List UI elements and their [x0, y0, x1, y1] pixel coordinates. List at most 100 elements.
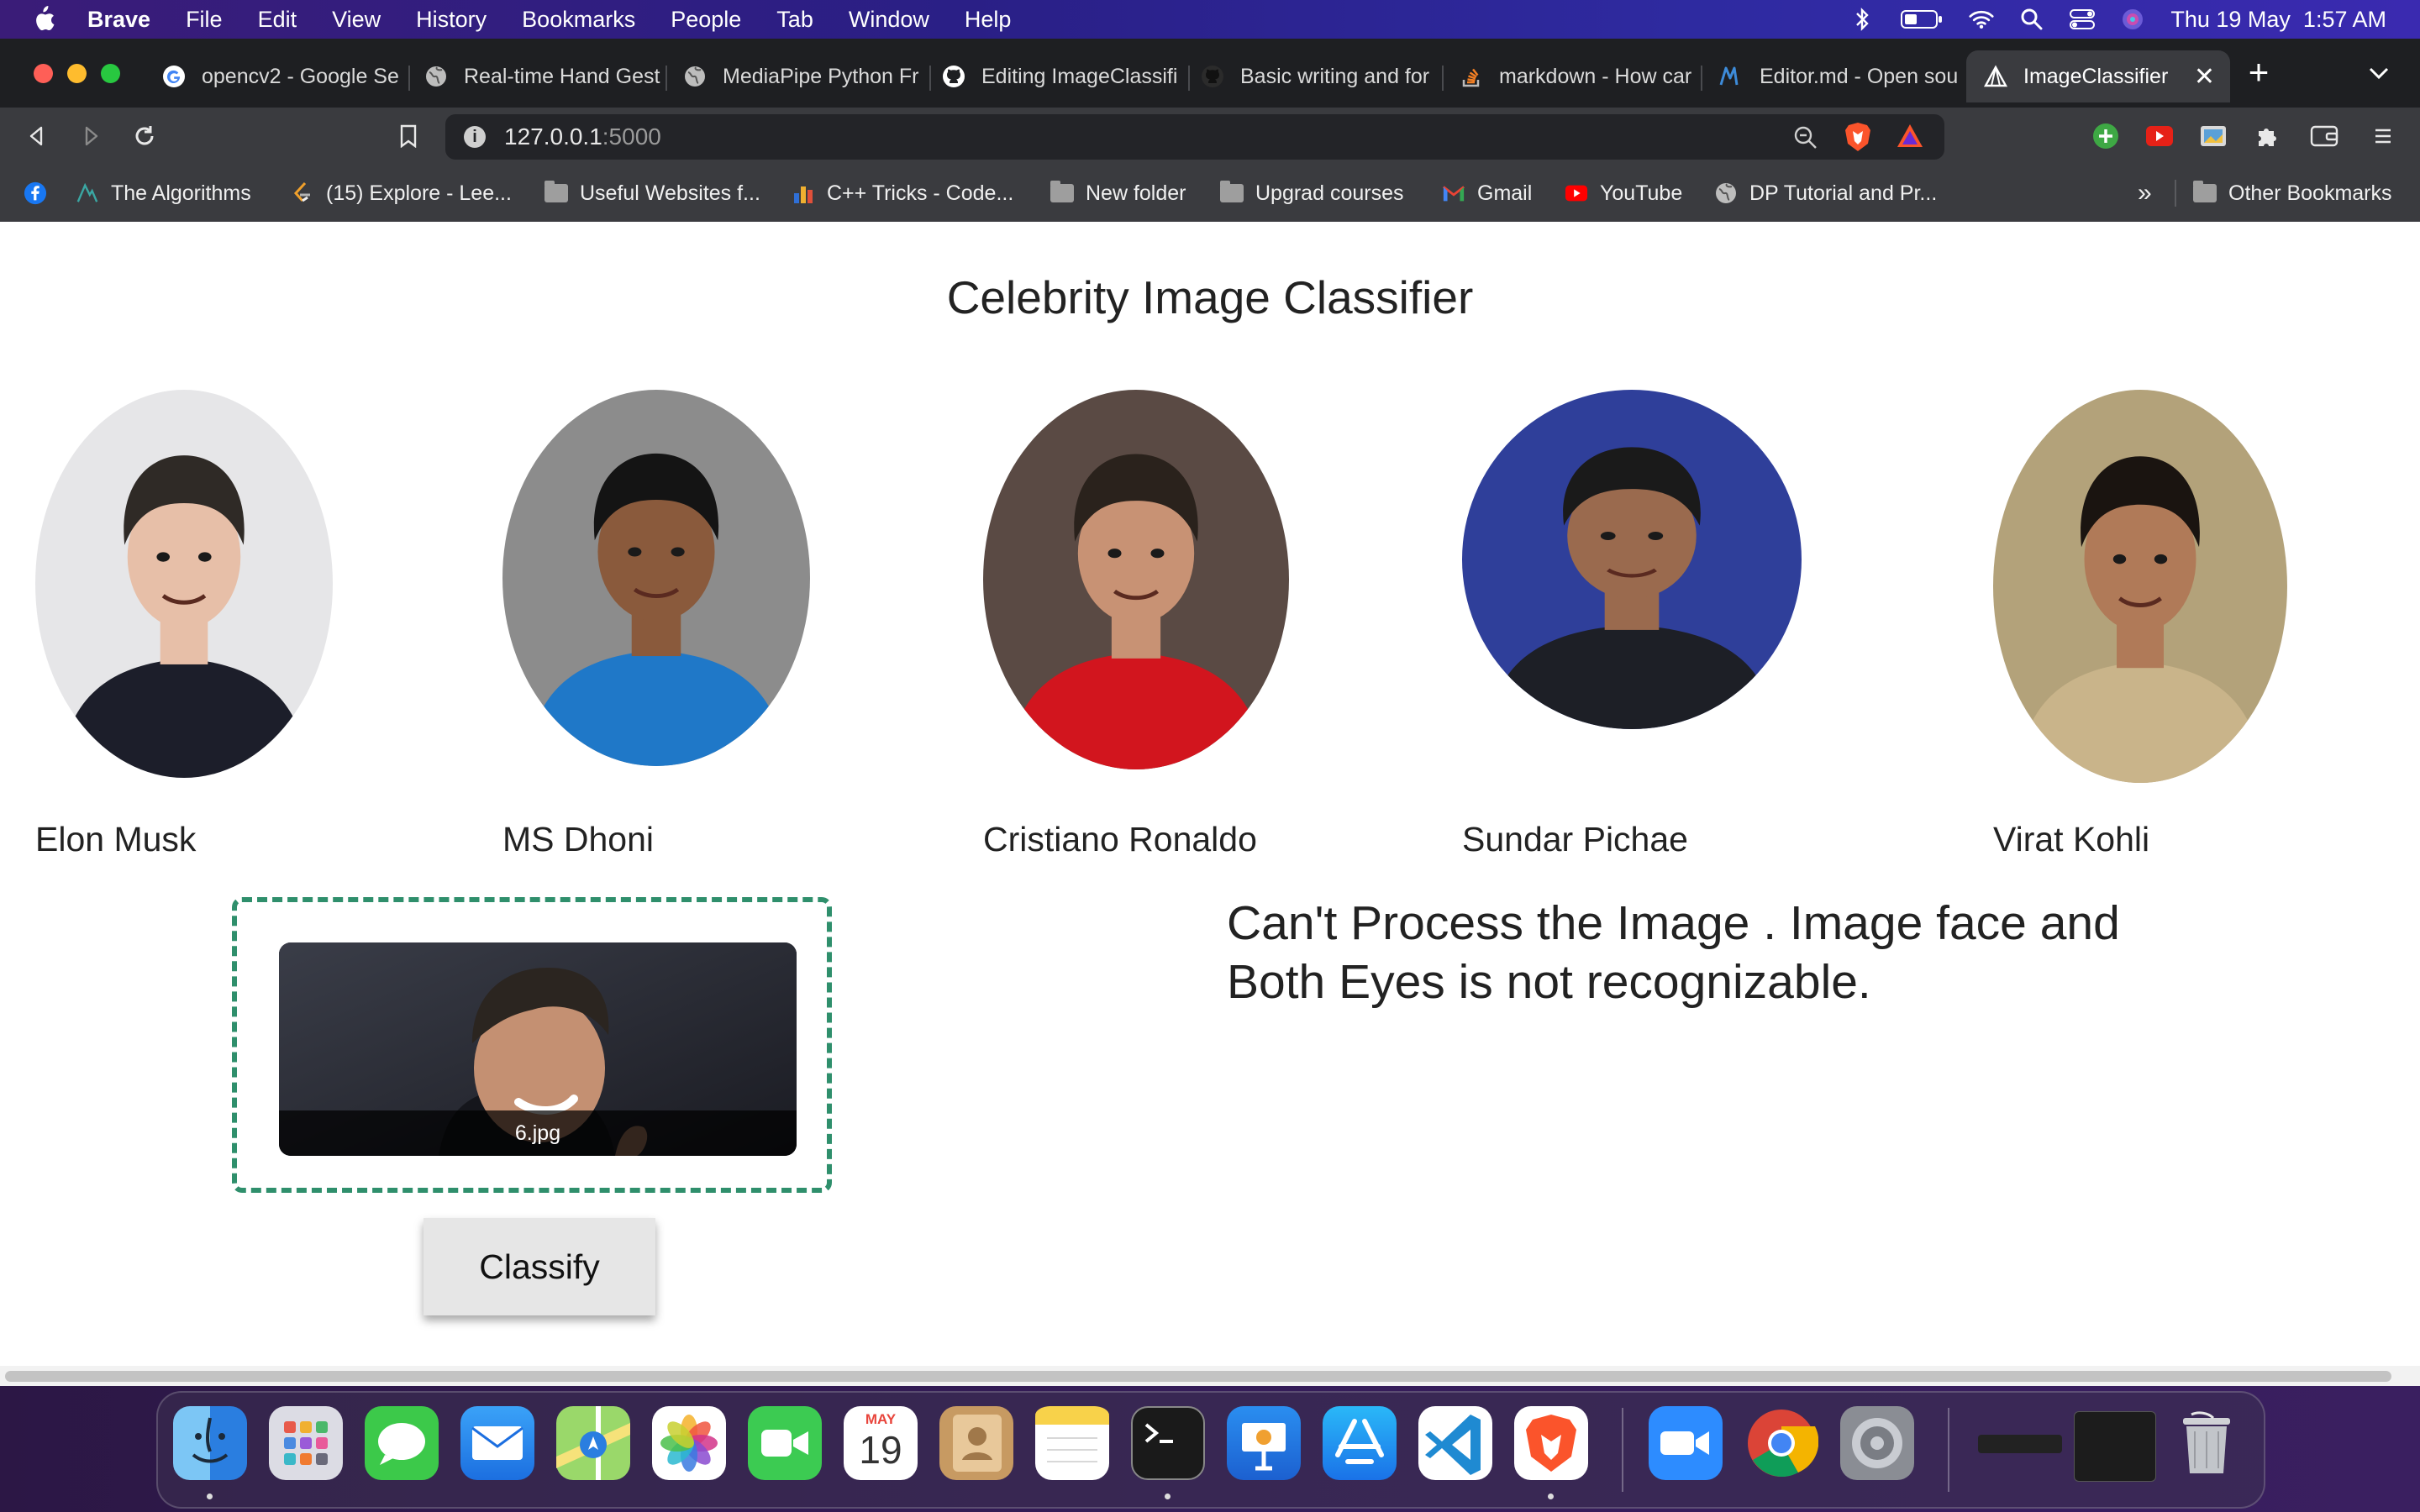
- tab-editing-imageclassifier[interactable]: Editing ImageClassifi: [941, 50, 1190, 102]
- window-close-button[interactable]: [34, 64, 53, 83]
- bookmark-other-bookmarks[interactable]: Other Bookmarks: [2193, 178, 2392, 208]
- bookmark-label: YouTube: [1600, 181, 1683, 205]
- contacts-icon[interactable]: [939, 1406, 1013, 1480]
- bookmark-new-folder[interactable]: New folder: [1050, 178, 1186, 208]
- wifi-icon[interactable]: [1969, 8, 1994, 30]
- extension-plus-icon[interactable]: [2089, 119, 2123, 153]
- bookmark-leetcode-explore[interactable]: (15) Explore - Lee...: [291, 178, 512, 208]
- spotlight-search-icon[interactable]: [2019, 8, 2044, 30]
- menu-history[interactable]: History: [416, 7, 487, 33]
- facetime-icon[interactable]: [748, 1406, 822, 1480]
- bookmark-dp-tutorial[interactable]: DP Tutorial and Pr...: [1714, 178, 1937, 208]
- tab-title: ImageClassifier: [2023, 64, 2169, 88]
- extensions-puzzle-icon[interactable]: [2250, 119, 2284, 153]
- menu-clock[interactable]: Thu 19 May 1:57 AM: [2170, 7, 2386, 33]
- tab-hand-gesture[interactable]: Real-time Hand Gest: [424, 50, 667, 102]
- tab-search-chevron-icon[interactable]: [2368, 62, 2390, 86]
- wallet-icon[interactable]: [2307, 119, 2341, 153]
- brave-rewards-icon[interactable]: [1896, 123, 1924, 155]
- screenshot-extension-icon[interactable]: [2196, 119, 2230, 153]
- maps-icon[interactable]: [556, 1406, 630, 1480]
- apple-logo-icon[interactable]: [30, 5, 59, 34]
- tab-editor-md[interactable]: Editor.md - Open sou: [1719, 50, 1963, 102]
- menu-people[interactable]: People: [671, 7, 741, 33]
- bookmarks-overflow-chevron[interactable]: »: [2138, 178, 2152, 208]
- youtube-extension-icon[interactable]: [2143, 119, 2176, 153]
- celebrity-name: Cristiano Ronaldo: [983, 820, 1257, 858]
- portrait-eye: [1648, 532, 1664, 541]
- tab-markdown-stackoverflow[interactable]: markdown - How car: [1459, 50, 1702, 102]
- celebrity-card: Sundar Pichae: [1462, 390, 1802, 858]
- calendar-day: 19: [859, 1428, 902, 1472]
- celebrity-portrait: [983, 390, 1289, 769]
- site-info-icon[interactable]: i: [464, 126, 486, 148]
- scrollbar-thumb[interactable]: [5, 1371, 2391, 1382]
- tab-mediapipe-python[interactable]: MediaPipe Python Fr: [682, 50, 931, 102]
- celebrity-photo: [983, 390, 1289, 769]
- terminal-icon[interactable]: [1131, 1406, 1205, 1480]
- image-dropzone[interactable]: 6.jpg: [232, 897, 832, 1193]
- downloads-stack-icon[interactable]: [2074, 1411, 2156, 1482]
- photos-icon[interactable]: [652, 1406, 726, 1480]
- recent-window-thumbnail[interactable]: [1978, 1435, 2062, 1453]
- close-tab-icon[interactable]: ✕: [2194, 62, 2215, 92]
- app-store-icon[interactable]: [1323, 1406, 1397, 1480]
- finder-icon[interactable]: [173, 1406, 247, 1480]
- celebrity-portrait: [502, 390, 810, 766]
- app-icon: [1983, 64, 2008, 89]
- bookmark-cpp-tricks[interactable]: C++ Tricks - Code...: [792, 178, 1013, 208]
- bookmark-facebook[interactable]: [24, 178, 59, 208]
- bookmark-gmail[interactable]: Gmail: [1442, 178, 1532, 208]
- menu-help[interactable]: Help: [965, 7, 1012, 33]
- tab-opencv2-google[interactable]: opencv2 - Google Se: [161, 50, 410, 102]
- launchpad-icon[interactable]: [269, 1406, 343, 1480]
- messages-icon[interactable]: [365, 1406, 439, 1480]
- zoom-icon[interactable]: [1793, 125, 1818, 156]
- tab-imageclassifier[interactable]: ImageClassifier ✕: [1966, 50, 2230, 102]
- tab-title: Real-time Hand Gest: [464, 64, 660, 88]
- keynote-icon[interactable]: [1227, 1406, 1301, 1480]
- back-button[interactable]: [20, 119, 54, 153]
- zoom-app-icon[interactable]: [1649, 1406, 1723, 1480]
- menu-window[interactable]: Window: [849, 7, 929, 33]
- address-bar[interactable]: i 127.0.0.1:5000: [445, 114, 1944, 160]
- reload-button[interactable]: [128, 119, 161, 153]
- vscode-icon[interactable]: [1418, 1406, 1492, 1480]
- tab-basic-writing[interactable]: Basic writing and for: [1200, 50, 1444, 102]
- bookmark-the-algorithms[interactable]: The Algorithms: [76, 178, 251, 208]
- calendar-icon[interactable]: MAY 19: [844, 1406, 918, 1480]
- brave-shields-icon[interactable]: [1844, 121, 1872, 159]
- notes-icon[interactable]: [1035, 1406, 1109, 1480]
- classify-button[interactable]: Classify: [424, 1218, 655, 1315]
- menu-app-name[interactable]: Brave: [87, 7, 150, 33]
- google-chrome-icon[interactable]: [1744, 1406, 1819, 1480]
- window-maximize-button[interactable]: [101, 64, 120, 83]
- bookmark-upgrad-courses[interactable]: Upgrad courses: [1220, 178, 1403, 208]
- bookmark-youtube[interactable]: YouTube: [1565, 178, 1682, 208]
- battery-icon[interactable]: [1900, 8, 1944, 30]
- trash-icon[interactable]: [2170, 1406, 2244, 1480]
- youtube-icon: [1565, 181, 1588, 205]
- bookmark-useful-websites[interactable]: Useful Websites f...: [544, 178, 760, 208]
- siri-icon[interactable]: [2120, 8, 2145, 30]
- menu-bookmarks[interactable]: Bookmarks: [522, 7, 635, 33]
- bluetooth-icon[interactable]: [1849, 8, 1875, 31]
- system-preferences-icon[interactable]: [1840, 1406, 1914, 1480]
- bookmark-page-icon[interactable]: [392, 119, 425, 153]
- mail-icon[interactable]: [460, 1406, 534, 1480]
- menu-tab[interactable]: Tab: [776, 7, 813, 33]
- horizontal-scrollbar[interactable]: [0, 1366, 2420, 1386]
- menu-view[interactable]: View: [332, 7, 381, 33]
- menu-file[interactable]: File: [186, 7, 223, 33]
- window-minimize-button[interactable]: [67, 64, 87, 83]
- menu-edit[interactable]: Edit: [258, 7, 297, 33]
- new-tab-button[interactable]: +: [2242, 52, 2275, 92]
- bookmark-label: The Algorithms: [111, 181, 251, 205]
- brave-browser-icon[interactable]: [1514, 1406, 1588, 1480]
- forward-button[interactable]: [74, 119, 108, 153]
- control-center-icon[interactable]: [2070, 8, 2096, 30]
- double-chevron-icon: »: [2138, 179, 2152, 207]
- uploaded-image-preview[interactable]: 6.jpg: [279, 942, 797, 1156]
- portrait-eye: [156, 552, 171, 562]
- menu-hamburger-icon[interactable]: [2366, 119, 2400, 153]
